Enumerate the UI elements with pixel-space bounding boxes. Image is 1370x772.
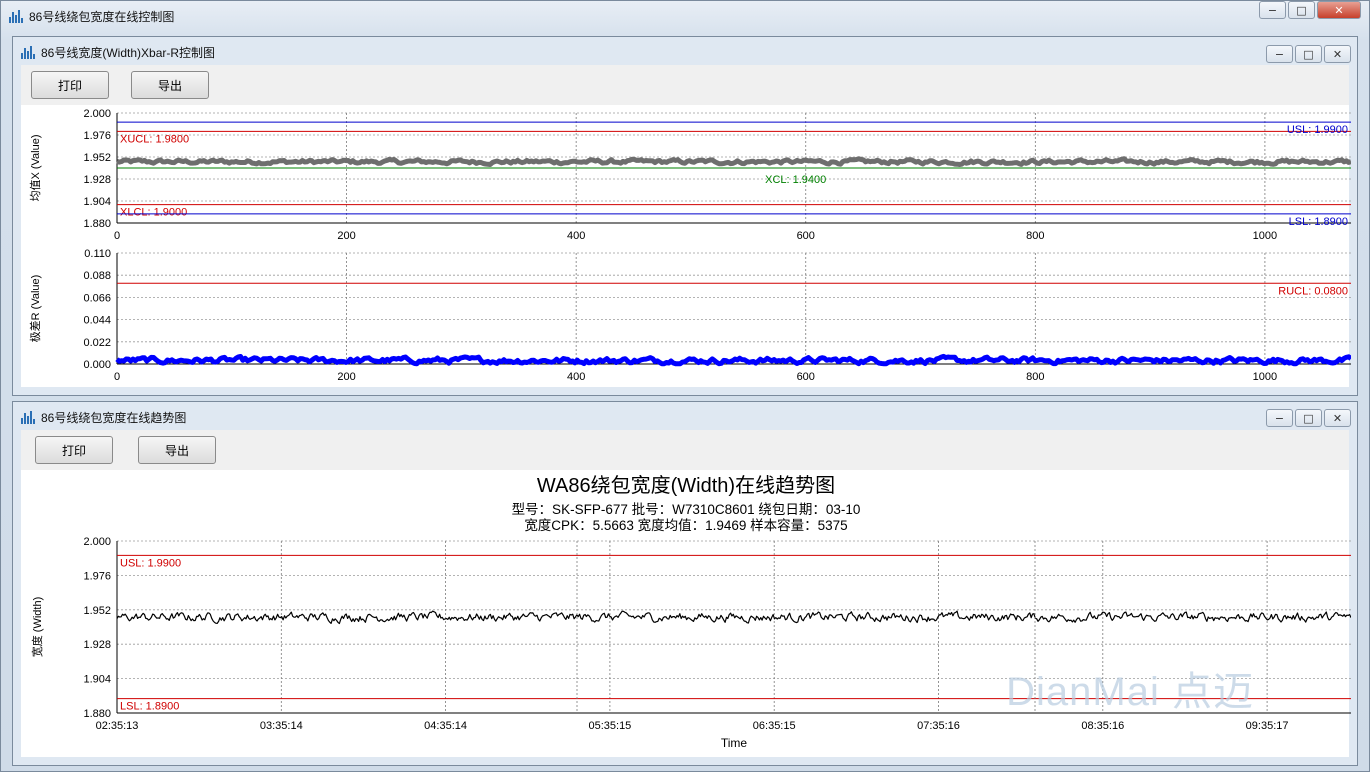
limit-label: XLCL: 1.9000 <box>120 207 187 219</box>
x-tick-label: 03:35:14 <box>260 720 303 732</box>
minimize-button[interactable]: − <box>1266 45 1293 63</box>
y-axis-label: 极差R (Value) <box>28 275 42 343</box>
limit-label: XUCL: 1.9800 <box>120 133 189 145</box>
x-tick-label: 800 <box>1026 371 1044 383</box>
y-tick-label: 1.952 <box>83 605 111 617</box>
close-button[interactable]: ✕ <box>1324 409 1351 427</box>
y-tick-label: 0.000 <box>83 359 111 371</box>
x-tick-label: 400 <box>567 230 585 242</box>
xbar-toolbar: 打印 导出 <box>21 65 1349 105</box>
maximize-button[interactable]: □ <box>1295 45 1322 63</box>
close-button[interactable]: ✕ <box>1317 1 1361 19</box>
y-tick-label: 1.976 <box>83 130 111 142</box>
x-tick-label: 400 <box>567 371 585 383</box>
y-tick-label: 1.928 <box>83 174 111 186</box>
x-tick-label: 200 <box>337 371 355 383</box>
minimize-button[interactable]: − <box>1266 409 1293 427</box>
maximize-button[interactable]: □ <box>1288 1 1315 19</box>
x-tick-label: 200 <box>337 230 355 242</box>
chart-app-icon <box>9 9 23 23</box>
x-tick-label: 04:35:14 <box>424 720 467 732</box>
y-tick-label: 1.880 <box>83 218 111 230</box>
x-tick-label: 02:35:13 <box>96 720 139 732</box>
chart-app-icon <box>21 45 35 59</box>
trend-window: 86号线绕包宽度在线趋势图 − □ ✕ 打印 导出 WA86绕包宽度(Width… <box>12 401 1358 766</box>
trend-title: WA86绕包宽度(Width)在线趋势图 <box>537 474 835 497</box>
x-tick-label: 0 <box>114 371 120 383</box>
trend-client: 打印 导出 WA86绕包宽度(Width)在线趋势图型号：SK-SFP-677 … <box>21 430 1351 757</box>
y-tick-label: 1.952 <box>83 152 111 164</box>
trend-titlebar[interactable]: 86号线绕包宽度在线趋势图 <box>13 405 1357 429</box>
dianmai-watermark: DianMai 点迈 <box>1006 670 1254 714</box>
y-axis-label: 宽度 (Width) <box>30 597 44 658</box>
trend-subtitle-1: 型号：SK-SFP-677 批号：W7310C8601 绕包日期：03-10 <box>512 502 861 517</box>
xbar-r-chart: 2.0001.9761.9521.9281.9041.8800 200 400 600… <box>28 108 1351 383</box>
y-tick-label: 2.000 <box>83 108 111 120</box>
y-tick-label: 0.088 <box>83 270 111 282</box>
x-tick-label: 1000 <box>1253 371 1277 383</box>
main-window-title: 86号线绕包宽度在线控制图 <box>29 9 175 24</box>
print-button[interactable]: 打印 <box>31 71 109 99</box>
limit-label: RUCL: 0.0800 <box>1278 285 1348 297</box>
y-tick-label: 1.904 <box>83 674 111 686</box>
trend-window-title: 86号线绕包宽度在线趋势图 <box>41 410 187 425</box>
limit-label: XCL: 1.9400 <box>765 174 826 186</box>
y-tick-label: 0.044 <box>83 315 111 327</box>
y-tick-label: 2.000 <box>83 536 111 548</box>
xbar-window: 86号线宽度(Width)Xbar-R控制图 − □ ✕ 打印 导出 2.000… <box>12 36 1358 396</box>
trend-series-line <box>116 610 1351 625</box>
x-tick-label: 0 <box>114 230 120 242</box>
xbar-client: 打印 导出 2.000 1.976 1.952 1.928 1.904 1.880 0 200… <box>21 65 1351 387</box>
range-panel: 0.110 0.088 0.066 0.044 0.022 0.0000 200 400 600… <box>28 248 1351 383</box>
limit-label: LSL: 1.8900 <box>120 701 179 713</box>
limit-label: LSL: 1.8900 <box>1289 216 1348 228</box>
y-tick-label: 0.022 <box>83 337 111 349</box>
y-tick-label: 1.904 <box>83 196 111 208</box>
print-button[interactable]: 打印 <box>35 436 113 464</box>
x-tick-label: 09:35:17 <box>1246 720 1289 732</box>
x-tick-label: 08:35:16 <box>1081 720 1124 732</box>
x-tick-label: 07:35:16 <box>917 720 960 732</box>
x-axis-label: Time <box>721 736 748 750</box>
x-tick-label: 800 <box>1026 230 1044 242</box>
xbar-window-title: 86号线宽度(Width)Xbar-R控制图 <box>41 45 216 60</box>
y-tick-label: 1.880 <box>83 708 111 720</box>
y-tick-label: 0.110 <box>84 248 111 260</box>
minimize-button[interactable]: − <box>1259 1 1286 19</box>
range-series-line <box>115 353 1351 367</box>
main-window-controls: − □ ✕ <box>1259 1 1361 19</box>
maximize-button[interactable]: □ <box>1295 409 1322 427</box>
x-tick-label: 1000 <box>1253 230 1277 242</box>
x-tick-label: 600 <box>797 371 815 383</box>
limit-label: USL: 1.9900 <box>120 557 181 569</box>
export-button[interactable]: 导出 <box>138 436 216 464</box>
x-tick-label: 05:35:15 <box>588 720 631 732</box>
trend-subtitle-2: 宽度CPK：5.5663 宽度均值：1.9469 样本容量：5375 <box>524 517 847 533</box>
xbar-titlebar[interactable]: 86号线宽度(Width)Xbar-R控制图 <box>13 40 1357 64</box>
close-button[interactable]: ✕ <box>1324 45 1351 63</box>
y-tick-label: 0.066 <box>83 292 111 304</box>
main-titlebar[interactable]: 86号线绕包宽度在线控制图 <box>1 3 1369 29</box>
xbar-series-line <box>116 156 1351 167</box>
trend-toolbar: 打印 导出 <box>21 430 1349 470</box>
xbar-window-controls: − □ ✕ <box>1266 45 1351 63</box>
chart-app-icon <box>21 410 35 424</box>
y-tick-label: 1.976 <box>83 570 111 582</box>
x-tick-label: 06:35:15 <box>753 720 796 732</box>
y-tick-label: 1.928 <box>83 639 111 651</box>
export-button[interactable]: 导出 <box>131 71 209 99</box>
x-tick-label: 600 <box>797 230 815 242</box>
y-axis-label: 均值X (Value) <box>29 134 42 201</box>
xbar-panel: 2.000 1.976 1.952 1.928 1.904 1.8800 200 400 600… <box>29 108 1351 242</box>
limit-label: USL: 1.9900 <box>1287 124 1348 136</box>
trend-window-controls: − □ ✕ <box>1266 409 1351 427</box>
